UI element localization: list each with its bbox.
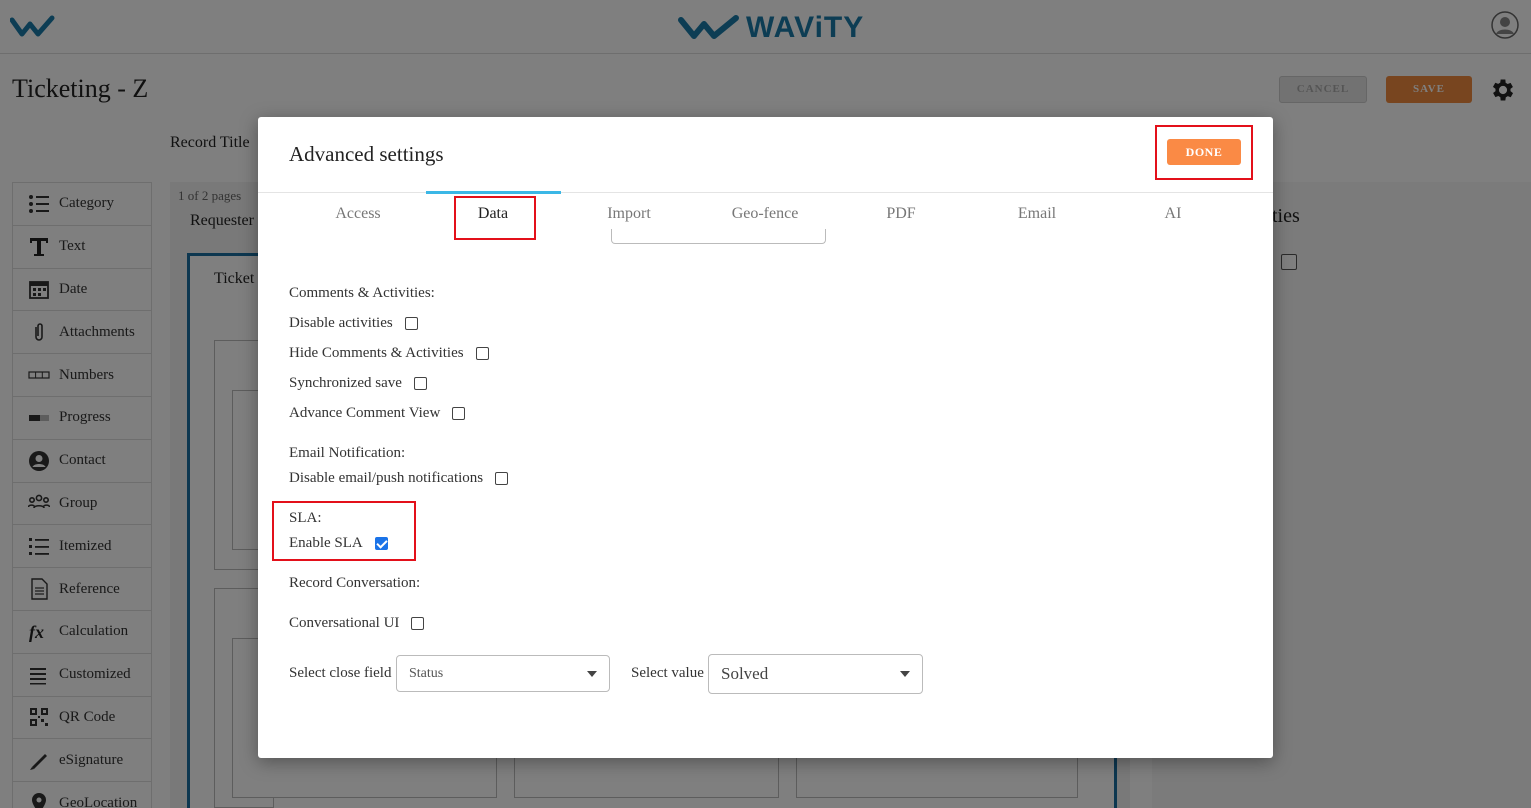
- option-label: Conversational UI: [289, 615, 400, 631]
- hide-comments-checkbox[interactable]: [475, 347, 489, 360]
- close-value-select[interactable]: Solved: [708, 654, 923, 694]
- email-section-label: Email Notification:: [289, 445, 406, 461]
- synchronized-save-checkbox[interactable]: [413, 377, 427, 390]
- tab-access[interactable]: Access: [303, 205, 413, 223]
- done-highlight-box: [1155, 125, 1253, 180]
- tab-email[interactable]: Email: [982, 205, 1092, 223]
- option-hide-comments: Hide Comments & Activities: [289, 345, 489, 362]
- option-synchronized-save: Synchronized save: [289, 375, 427, 392]
- active-tab-indicator: [426, 191, 561, 194]
- close-field-select[interactable]: Status: [396, 655, 610, 692]
- select-close-field-label: Select close field: [289, 665, 392, 681]
- advanced-settings-modal: Advanced settings DONE Access Data Impor…: [258, 117, 1273, 758]
- option-advance-comment-view: Advance Comment View: [289, 405, 466, 422]
- option-label: Synchronized save: [289, 375, 402, 391]
- disable-email-checkbox[interactable]: [495, 472, 509, 485]
- option-disable-activities: Disable activities: [289, 315, 418, 332]
- option-disable-email: Disable email/push notifications: [289, 470, 509, 487]
- comments-section-label: Comments & Activities:: [289, 285, 435, 301]
- disable-activities-checkbox[interactable]: [404, 317, 418, 330]
- tab-divider: [258, 192, 1273, 193]
- chevron-down-icon: [900, 671, 910, 677]
- record-conversation-section-label: Record Conversation:: [289, 575, 421, 591]
- select-value-label: Select value: [631, 665, 704, 681]
- sla-highlight-box: [272, 501, 416, 561]
- chevron-down-icon: [587, 671, 597, 677]
- modal-title: Advanced settings: [289, 142, 444, 166]
- option-label: Disable email/push notifications: [289, 470, 484, 486]
- tab-geo-fence[interactable]: Geo-fence: [710, 205, 820, 223]
- data-tab-highlight-box: [454, 196, 536, 240]
- option-conversational-ui: Conversational UI: [289, 615, 425, 632]
- tab-pdf[interactable]: PDF: [846, 205, 956, 223]
- select-value: Status: [409, 665, 444, 681]
- advance-comment-view-checkbox[interactable]: [452, 407, 466, 420]
- conversational-ui-checkbox[interactable]: [411, 617, 425, 630]
- partial-select-field[interactable]: [611, 229, 826, 244]
- select-value: Solved: [721, 664, 769, 683]
- option-label: Disable activities: [289, 315, 393, 331]
- tab-ai[interactable]: AI: [1118, 205, 1228, 223]
- option-label: Hide Comments & Activities: [289, 345, 464, 361]
- option-label: Advance Comment View: [289, 405, 441, 421]
- tab-import[interactable]: Import: [574, 205, 684, 223]
